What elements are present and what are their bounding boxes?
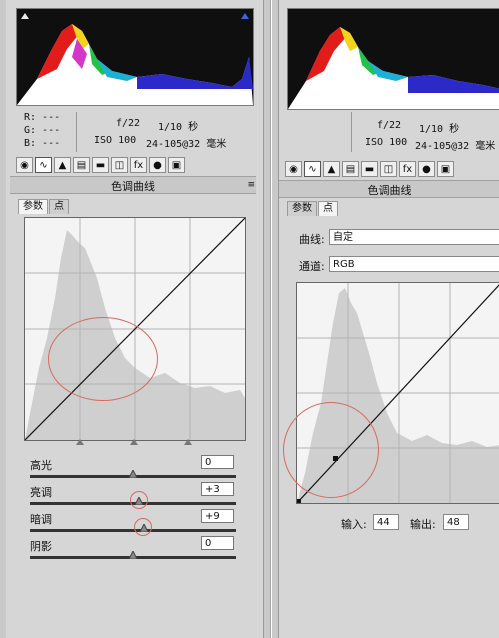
right-lens-readout: 24-105@32 毫米 <box>415 141 496 152</box>
detail-icon[interactable]: ▲ <box>323 161 340 177</box>
right-panel-toolbar: ◉ ∿ ▲ ▤ ▬ ◫ fx ● ▣ <box>285 160 454 178</box>
shadows-slider-thumb[interactable] <box>129 551 137 559</box>
split-handle-shadows[interactable] <box>76 439 84 445</box>
highlights-value[interactable]: 0 <box>201 455 234 469</box>
output-label: 输出: <box>410 518 436 531</box>
rgb-readout-g: G: --- <box>24 125 61 136</box>
right-tone-curve-panel: f/22 1/10 秒 ISO 100 24-105@32 毫米 ◉ ∿ ▲ ▤… <box>278 0 499 638</box>
tab-parametric[interactable]: 参数 <box>287 201 317 216</box>
basic-icon[interactable]: ◉ <box>16 157 33 173</box>
right-histogram-graphic <box>288 27 499 109</box>
highlights-label: 高光 <box>30 459 52 472</box>
output-value[interactable]: 48 <box>443 514 469 530</box>
split-tone-icon[interactable]: ▬ <box>361 161 378 177</box>
panel-menu-icon[interactable]: ≡ <box>247 180 255 190</box>
darks-slider-track[interactable] <box>30 529 236 532</box>
darks-value[interactable]: +9 <box>201 509 234 523</box>
lights-label: 亮调 <box>30 486 52 499</box>
highlight-clip-icon[interactable] <box>241 13 249 19</box>
curve-preset-select[interactable]: 自定 <box>329 229 499 245</box>
readout-divider <box>76 112 77 152</box>
camera-icon[interactable]: ● <box>418 161 435 177</box>
tab-point[interactable]: 点 <box>318 201 338 216</box>
camera-icon[interactable]: ● <box>149 157 166 173</box>
hsl-icon[interactable]: ▤ <box>342 161 359 177</box>
darks-label: 暗调 <box>30 513 52 526</box>
right-shutter-readout: 1/10 秒 <box>419 124 460 135</box>
iso-readout: ISO 100 <box>94 135 137 146</box>
left-scrollbar[interactable] <box>264 0 271 638</box>
left-highlight-circle <box>48 317 158 401</box>
right-aperture-readout: f/22 <box>377 120 402 131</box>
channel-label: 通道: <box>299 260 325 273</box>
rgb-readout-b: B: --- <box>24 138 61 149</box>
left-histogram-graphic <box>17 24 253 105</box>
lens-icon[interactable]: ◫ <box>111 157 128 173</box>
fx-icon[interactable]: fx <box>399 161 416 177</box>
highlights-slider-thumb[interactable] <box>129 470 137 478</box>
lights-highlight-circle <box>130 491 148 509</box>
fx-icon[interactable]: fx <box>130 157 147 173</box>
presets-icon[interactable]: ▣ <box>168 157 185 173</box>
split-handle-midtones[interactable] <box>130 439 138 445</box>
left-tabs: 参数 点 <box>18 199 69 214</box>
shutter-readout: 1/10 秒 <box>158 122 199 133</box>
detail-icon[interactable]: ▲ <box>54 157 71 173</box>
input-label: 输入: <box>341 518 367 531</box>
lens-readout: 24-105@32 毫米 <box>146 139 227 150</box>
shadows-label: 阴影 <box>30 540 52 553</box>
left-tone-curve-panel: R: --- G: --- B: --- f/22 1/10 秒 ISO 100… <box>6 0 264 638</box>
right-iso-readout: ISO 100 <box>365 137 408 148</box>
aperture-readout: f/22 <box>116 118 141 129</box>
basic-icon[interactable]: ◉ <box>285 161 302 177</box>
left-panel-toolbar: ◉ ∿ ▲ ▤ ▬ ◫ fx ● ▣ <box>16 156 185 174</box>
split-handle-highlights[interactable] <box>184 439 192 445</box>
shadows-value[interactable]: 0 <box>201 536 234 550</box>
right-tone-curve-title: 色调曲线 <box>367 184 412 197</box>
presets-icon[interactable]: ▣ <box>437 161 454 177</box>
curve-preset-label: 曲线: <box>299 233 325 246</box>
hsl-icon[interactable]: ▤ <box>73 157 90 173</box>
lens-icon[interactable]: ◫ <box>380 161 397 177</box>
shadow-clip-icon[interactable] <box>21 13 29 19</box>
lights-value[interactable]: +3 <box>201 482 234 496</box>
right-readout-divider <box>351 112 352 152</box>
rgb-readout-r: R: --- <box>24 112 61 123</box>
tab-parametric[interactable]: 参数 <box>18 199 48 214</box>
left-histogram <box>16 8 254 106</box>
tone-curve-title: 色调曲线 <box>111 180 155 193</box>
input-value[interactable]: 44 <box>373 514 399 530</box>
curve-icon[interactable]: ∿ <box>35 157 52 173</box>
tab-point[interactable]: 点 <box>49 199 69 214</box>
curve-icon[interactable]: ∿ <box>304 161 321 177</box>
right-tabs: 参数 点 <box>287 201 338 216</box>
right-highlight-circle <box>283 402 379 498</box>
right-histogram <box>287 8 499 110</box>
channel-select[interactable]: RGB <box>329 256 499 272</box>
darks-highlight-circle <box>134 518 152 536</box>
split-tone-icon[interactable]: ▬ <box>92 157 109 173</box>
